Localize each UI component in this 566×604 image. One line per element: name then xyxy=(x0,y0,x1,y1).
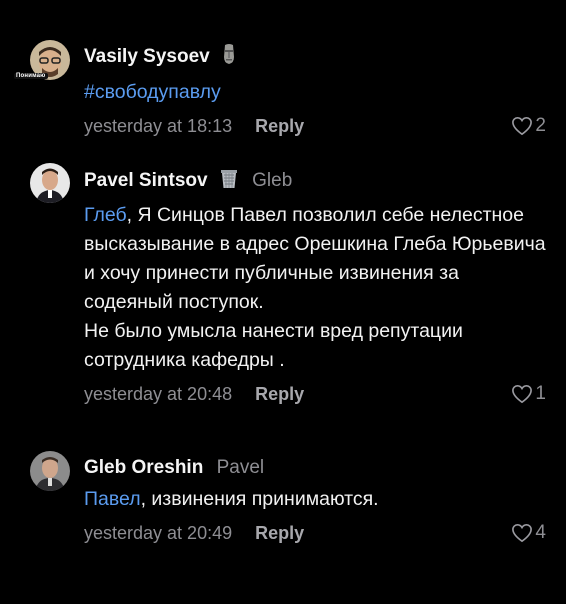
reply-to-user[interactable]: Pavel xyxy=(217,457,265,478)
hashtag-link[interactable]: #свободупавлу xyxy=(84,81,221,103)
mention-link[interactable]: Павел xyxy=(84,488,141,510)
heart-icon xyxy=(512,523,533,543)
avatar[interactable] xyxy=(30,451,70,491)
avatar-caption: Понимаю xyxy=(14,73,48,79)
heart-icon xyxy=(512,116,533,136)
trash-bin-icon xyxy=(219,167,239,197)
like-button[interactable]: 2 xyxy=(511,111,546,141)
like-count: 2 xyxy=(535,115,546,136)
like-button[interactable]: 4 xyxy=(511,518,546,548)
comment-text: , извинения принимаются. xyxy=(140,488,379,510)
heart-icon xyxy=(512,384,533,404)
mention-link[interactable]: Глеб xyxy=(84,204,127,226)
avatar[interactable] xyxy=(30,163,70,203)
like-button[interactable]: 1 xyxy=(511,379,546,409)
author-name[interactable]: Gleb Oreshin xyxy=(84,457,203,478)
moai-icon xyxy=(221,43,237,73)
like-count: 1 xyxy=(535,383,546,404)
author-name[interactable]: Pavel Sintsov xyxy=(84,170,208,191)
reply-button[interactable]: Reply xyxy=(255,523,304,543)
reply-button[interactable]: Reply xyxy=(255,116,304,136)
reply-button[interactable]: Reply xyxy=(255,384,304,404)
reply-to-user[interactable]: Gleb xyxy=(252,170,292,191)
author-name[interactable]: Vasily Sysoev xyxy=(84,46,210,67)
comment-text: , Я Синцов Павел позволил себе нелестное… xyxy=(84,204,546,371)
comment-timestamp: yesterday at 20:49 xyxy=(84,523,233,543)
like-count: 4 xyxy=(535,522,546,543)
comment-timestamp: yesterday at 20:48 xyxy=(84,384,233,404)
comment-timestamp: yesterday at 18:13 xyxy=(84,116,233,136)
